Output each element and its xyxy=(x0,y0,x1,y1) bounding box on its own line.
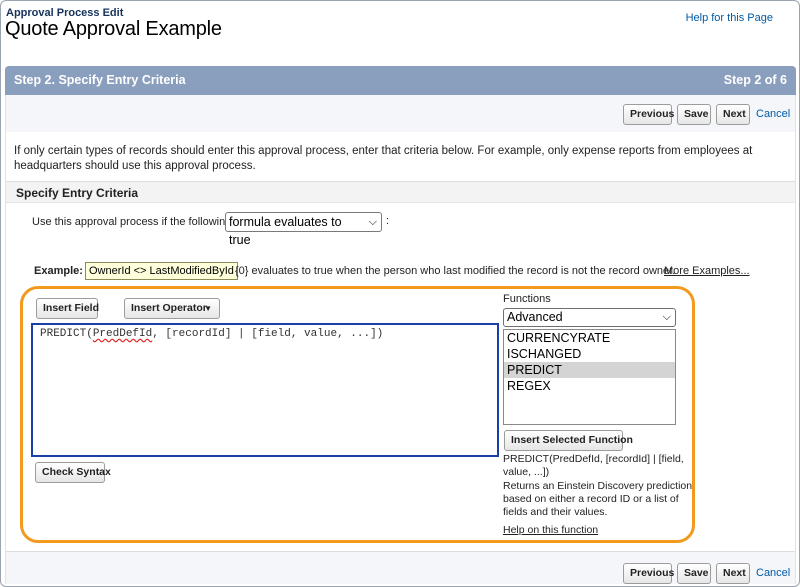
divider xyxy=(6,551,795,552)
function-list[interactable]: CURRENCYRATE ISCHANGED PREDICT REGEX xyxy=(503,329,676,425)
next-button-bottom[interactable]: Next xyxy=(716,563,750,584)
function-item[interactable]: CURRENCYRATE xyxy=(504,330,675,346)
insert-operator-button[interactable]: Insert Operator ▼ xyxy=(124,298,220,319)
criteria-label: Use this approval process if the followi… xyxy=(32,216,232,228)
formula-suffix: , [recordId] | [field, value, ...]) xyxy=(152,328,384,340)
insert-selected-function-button[interactable]: Insert Selected Function xyxy=(504,430,633,451)
step-header: Step 2. Specify Entry Criteria Step 2 of… xyxy=(5,66,796,95)
function-syntax: PREDICT(PredDefId, [recordId] | [field, … xyxy=(503,453,684,478)
more-examples-link[interactable]: More Examples... xyxy=(664,265,750,277)
functions-label: Functions xyxy=(503,293,551,305)
page-frame: Approval Process Edit Quote Approval Exa… xyxy=(0,0,800,587)
formula-textarea[interactable]: PREDICT(PredDefId, [recordId] | [field, … xyxy=(31,323,499,457)
page-title: Quote Approval Example xyxy=(5,18,222,40)
step-title: Step 2. Specify Entry Criteria xyxy=(14,73,186,87)
save-button-bottom[interactable]: Save xyxy=(677,563,711,584)
function-category-select[interactable]: Advanced ⌵ xyxy=(503,308,676,327)
example-label: Example: xyxy=(34,265,83,277)
function-category-value: Advanced xyxy=(507,310,563,324)
function-item[interactable]: REGEX xyxy=(504,378,675,394)
previous-button-bottom[interactable]: Previous xyxy=(623,563,674,584)
save-button-top[interactable]: Save xyxy=(677,104,711,125)
formula-prefix: PREDICT( xyxy=(40,328,93,340)
chevron-down-icon: ⌵ xyxy=(368,216,377,228)
check-syntax-button[interactable]: Check Syntax xyxy=(35,462,111,483)
example-formula: OwnerId <> LastModifiedById xyxy=(85,262,238,280)
criteria-colon: : xyxy=(386,215,390,227)
function-item-selected[interactable]: PREDICT xyxy=(504,362,675,378)
section-header: Specify Entry Criteria xyxy=(6,181,795,203)
previous-button-top[interactable]: Previous xyxy=(623,104,674,125)
step-count: Step 2 of 6 xyxy=(723,73,787,87)
formula-misspelled-token: PredDefId xyxy=(92,328,153,340)
function-description: Returns an Einstein Discovery prediction… xyxy=(503,480,693,518)
next-button-top[interactable]: Next xyxy=(716,104,750,125)
cancel-link-top[interactable]: Cancel xyxy=(756,108,790,120)
insert-field-button[interactable]: Insert Field xyxy=(36,298,99,319)
help-on-function-link[interactable]: Help on this function xyxy=(503,524,598,536)
example-description: {0} evaluates to true when the person wh… xyxy=(235,265,676,277)
insert-operator-label: Insert Operator xyxy=(131,302,207,314)
cancel-link-bottom[interactable]: Cancel xyxy=(756,567,790,579)
chevron-down-icon: ⌵ xyxy=(662,311,671,323)
help-for-page-link[interactable]: Help for this Page xyxy=(686,12,773,24)
function-item[interactable]: ISCHANGED xyxy=(504,346,675,362)
intro-text: If only certain types of records should … xyxy=(14,145,753,172)
caret-down-icon: ▼ xyxy=(204,304,212,313)
section-title: Specify Entry Criteria xyxy=(16,186,139,200)
criteria-type-select[interactable]: formula evaluates to true ⌵ xyxy=(225,212,382,247)
